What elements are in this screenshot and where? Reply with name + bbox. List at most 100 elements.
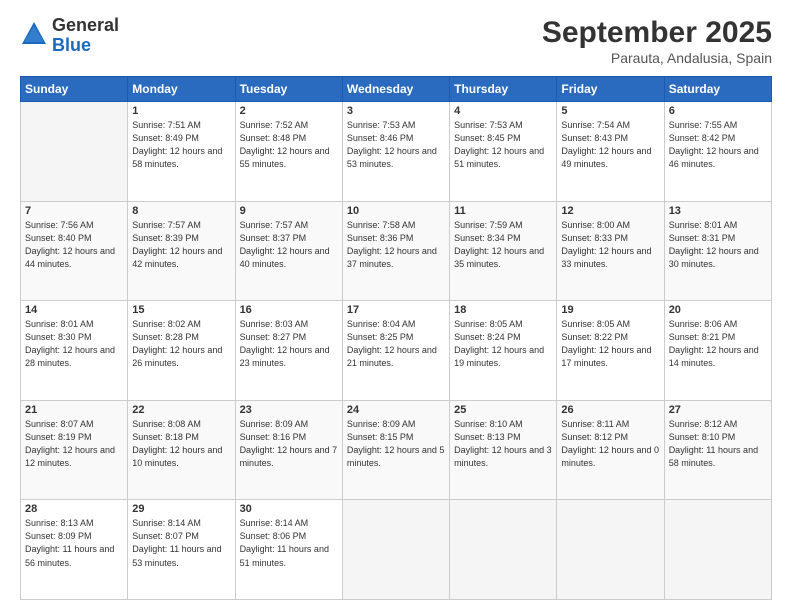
calendar-week-row: 21 Sunrise: 8:07 AM Sunset: 8:19 PM Dayli…	[21, 400, 772, 500]
calendar-cell: 19 Sunrise: 8:05 AM Sunset: 8:22 PM Dayli…	[557, 301, 664, 401]
calendar-cell	[21, 102, 128, 202]
calendar-cell: 2 Sunrise: 7:52 AM Sunset: 8:48 PM Daylig…	[235, 102, 342, 202]
day-number: 18	[454, 304, 552, 316]
day-number: 28	[25, 503, 123, 515]
calendar-cell: 20Sunrise: 8:06 AM Sunset: 8:21 PM Dayli…	[664, 301, 771, 401]
month-title: September 2025	[542, 16, 772, 50]
day-number: 17	[347, 304, 445, 316]
calendar-week-row: 1 Sunrise: 7:51 AM Sunset: 8:49 PM Daylig…	[21, 102, 772, 202]
page: General Blue September 2025 Parauta, And…	[0, 0, 792, 612]
weekday-header: Tuesday	[235, 77, 342, 102]
day-number: 25	[454, 404, 552, 416]
calendar-cell: 14 Sunrise: 8:01 AM Sunset: 8:30 PM Dayli…	[21, 301, 128, 401]
day-number: 21	[25, 404, 123, 416]
day-info: Sunrise: 7:57 AM Sunset: 8:39 PM Dayligh…	[132, 219, 230, 271]
calendar-cell: 8 Sunrise: 7:57 AM Sunset: 8:39 PM Daylig…	[128, 201, 235, 301]
calendar-cell: 30Sunrise: 8:14 AM Sunset: 8:06 PM Dayli…	[235, 500, 342, 600]
day-number: 16	[240, 304, 338, 316]
day-number: 15	[132, 304, 230, 316]
calendar-table: SundayMondayTuesdayWednesdayThursdayFrid…	[20, 76, 772, 600]
day-number: 12	[561, 205, 659, 217]
logo-blue: Blue	[52, 36, 119, 56]
calendar-cell: 29 Sunrise: 8:14 AM Sunset: 8:07 PM Dayli…	[128, 500, 235, 600]
calendar-cell: 11Sunrise: 7:59 AM Sunset: 8:34 PM Dayli…	[450, 201, 557, 301]
day-info: Sunrise: 7:52 AM Sunset: 8:48 PM Dayligh…	[240, 119, 338, 171]
calendar-cell	[450, 500, 557, 600]
day-number: 2	[240, 105, 338, 117]
logo-icon	[20, 20, 48, 48]
day-info: Sunrise: 8:11 AM Sunset: 8:12 PM Dayligh…	[561, 418, 659, 470]
calendar-week-row: 7 Sunrise: 7:56 AM Sunset: 8:40 PM Daylig…	[21, 201, 772, 301]
day-number: 4	[454, 105, 552, 117]
day-info: Sunrise: 8:12 AM Sunset: 8:10 PM Dayligh…	[669, 418, 767, 470]
day-number: 6	[669, 105, 767, 117]
day-info: Sunrise: 8:08 AM Sunset: 8:18 PM Dayligh…	[132, 418, 230, 470]
calendar-cell: 6Sunrise: 7:55 AM Sunset: 8:42 PM Daylig…	[664, 102, 771, 202]
calendar-cell: 17Sunrise: 8:04 AM Sunset: 8:25 PM Dayli…	[342, 301, 449, 401]
day-info: Sunrise: 7:56 AM Sunset: 8:40 PM Dayligh…	[25, 219, 123, 271]
calendar-cell: 15 Sunrise: 8:02 AM Sunset: 8:28 PM Dayli…	[128, 301, 235, 401]
day-info: Sunrise: 7:58 AM Sunset: 8:36 PM Dayligh…	[347, 219, 445, 271]
calendar-cell: 16 Sunrise: 8:03 AM Sunset: 8:27 PM Dayli…	[235, 301, 342, 401]
logo-general: General	[52, 16, 119, 36]
calendar-cell: 12 Sunrise: 8:00 AM Sunset: 8:33 PM Dayli…	[557, 201, 664, 301]
day-number: 11	[454, 205, 552, 217]
day-info: Sunrise: 8:14 AM Sunset: 8:07 PM Dayligh…	[132, 517, 230, 569]
day-info: Sunrise: 8:00 AM Sunset: 8:33 PM Dayligh…	[561, 219, 659, 271]
calendar-cell	[664, 500, 771, 600]
title-block: September 2025 Parauta, Andalusia, Spain	[542, 16, 772, 66]
day-number: 27	[669, 404, 767, 416]
calendar-cell	[557, 500, 664, 600]
calendar-cell: 23Sunrise: 8:09 AM Sunset: 8:16 PM Dayli…	[235, 400, 342, 500]
weekday-header: Friday	[557, 77, 664, 102]
calendar-cell: 4 Sunrise: 7:53 AM Sunset: 8:45 PM Daylig…	[450, 102, 557, 202]
day-number: 26	[561, 404, 659, 416]
weekday-header: Wednesday	[342, 77, 449, 102]
day-number: 5	[561, 105, 659, 117]
day-info: Sunrise: 8:03 AM Sunset: 8:27 PM Dayligh…	[240, 318, 338, 370]
day-number: 13	[669, 205, 767, 217]
calendar-cell: 10 Sunrise: 7:58 AM Sunset: 8:36 PM Dayli…	[342, 201, 449, 301]
calendar-cell: 21 Sunrise: 8:07 AM Sunset: 8:19 PM Dayli…	[21, 400, 128, 500]
day-number: 24	[347, 404, 445, 416]
day-number: 9	[240, 205, 338, 217]
day-number: 8	[132, 205, 230, 217]
header: General Blue September 2025 Parauta, And…	[20, 16, 772, 66]
day-info: Sunrise: 8:05 AM Sunset: 8:22 PM Dayligh…	[561, 318, 659, 370]
day-number: 10	[347, 205, 445, 217]
calendar-cell: 22 Sunrise: 8:08 AM Sunset: 8:18 PM Dayli…	[128, 400, 235, 500]
day-number: 30	[240, 503, 338, 515]
day-number: 14	[25, 304, 123, 316]
weekday-header: Monday	[128, 77, 235, 102]
day-number: 23	[240, 404, 338, 416]
day-info: Sunrise: 7:51 AM Sunset: 8:49 PM Dayligh…	[132, 119, 230, 171]
day-number: 20	[669, 304, 767, 316]
day-number: 3	[347, 105, 445, 117]
calendar-cell: 25Sunrise: 8:10 AM Sunset: 8:13 PM Dayli…	[450, 400, 557, 500]
logo: General Blue	[20, 16, 119, 56]
calendar-header-row: SundayMondayTuesdayWednesdayThursdayFrid…	[21, 77, 772, 102]
weekday-header: Thursday	[450, 77, 557, 102]
day-number: 29	[132, 503, 230, 515]
day-info: Sunrise: 7:53 AM Sunset: 8:46 PM Dayligh…	[347, 119, 445, 171]
day-number: 1	[132, 105, 230, 117]
day-info: Sunrise: 7:54 AM Sunset: 8:43 PM Dayligh…	[561, 119, 659, 171]
calendar-cell: 5 Sunrise: 7:54 AM Sunset: 8:43 PM Daylig…	[557, 102, 664, 202]
calendar-cell: 18Sunrise: 8:05 AM Sunset: 8:24 PM Dayli…	[450, 301, 557, 401]
calendar-cell	[342, 500, 449, 600]
logo-text: General Blue	[52, 16, 119, 56]
day-info: Sunrise: 8:01 AM Sunset: 8:30 PM Dayligh…	[25, 318, 123, 370]
calendar-cell: 3 Sunrise: 7:53 AM Sunset: 8:46 PM Daylig…	[342, 102, 449, 202]
day-info: Sunrise: 7:53 AM Sunset: 8:45 PM Dayligh…	[454, 119, 552, 171]
day-info: Sunrise: 7:57 AM Sunset: 8:37 PM Dayligh…	[240, 219, 338, 271]
calendar-cell: 24Sunrise: 8:09 AM Sunset: 8:15 PM Dayli…	[342, 400, 449, 500]
day-info: Sunrise: 8:02 AM Sunset: 8:28 PM Dayligh…	[132, 318, 230, 370]
day-number: 7	[25, 205, 123, 217]
day-number: 22	[132, 404, 230, 416]
day-info: Sunrise: 8:07 AM Sunset: 8:19 PM Dayligh…	[25, 418, 123, 470]
day-info: Sunrise: 8:13 AM Sunset: 8:09 PM Dayligh…	[25, 517, 123, 569]
calendar-cell: 7 Sunrise: 7:56 AM Sunset: 8:40 PM Daylig…	[21, 201, 128, 301]
calendar-week-row: 14 Sunrise: 8:01 AM Sunset: 8:30 PM Dayli…	[21, 301, 772, 401]
day-number: 19	[561, 304, 659, 316]
location: Parauta, Andalusia, Spain	[542, 50, 772, 66]
